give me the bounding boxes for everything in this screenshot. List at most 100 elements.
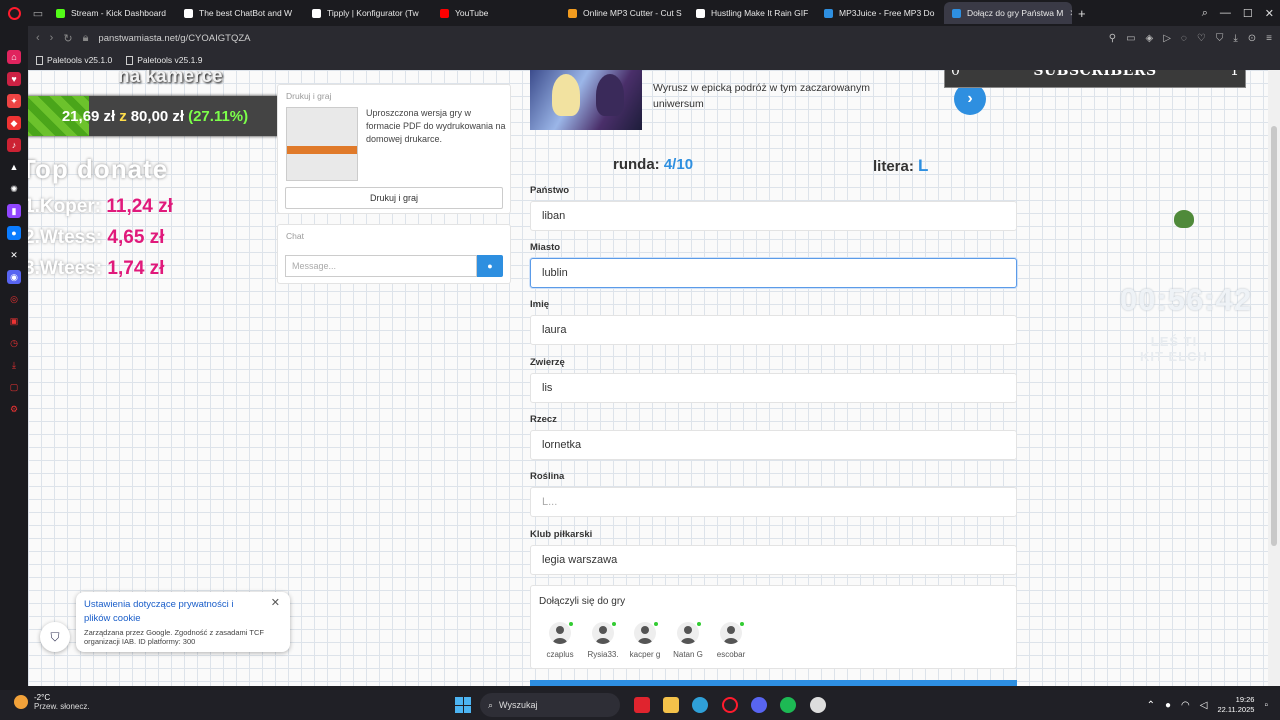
opera-logo-icon[interactable]	[0, 0, 28, 26]
box-icon[interactable]: ▢	[7, 380, 21, 394]
reload-icon[interactable]: ↻	[63, 32, 72, 45]
discord-icon[interactable]: ◉	[7, 270, 21, 284]
page-scrollbar[interactable]	[1268, 70, 1280, 686]
field-panstwo-input[interactable]: liban	[530, 201, 1017, 231]
browser-tab[interactable]: The best ChatBot and W	[176, 2, 304, 24]
notification-icon[interactable]: ▫	[1264, 700, 1268, 711]
new-tab-button[interactable]: +	[1072, 6, 1092, 21]
url-field[interactable]: panstwamiasta.net/g/CYOAIGTQZA	[98, 33, 250, 44]
pin-icon[interactable]: ⚲	[1109, 33, 1116, 44]
bookmark-icon[interactable]: ✦	[7, 94, 21, 108]
player-item[interactable]: kacper g	[625, 622, 665, 659]
banner-text[interactable]: Wyrusz w epicką podróż w tym zaczarowany…	[653, 80, 893, 112]
home-icon[interactable]: ⌂	[7, 50, 21, 64]
browser-tab[interactable]: Dołącz do gry Państwa M✕	[944, 2, 1072, 24]
x-icon[interactable]: ✕	[7, 248, 21, 262]
circle-icon[interactable]: ◎	[7, 292, 21, 306]
browser-tab[interactable]: Tipply | Konfigurator (Tw	[304, 2, 432, 24]
privacy-shield-icon[interactable]: ⛉	[40, 622, 70, 652]
tab-favicon-icon	[56, 8, 65, 18]
browser-tab[interactable]: Online MP3 Cutter - Cut S	[560, 2, 688, 24]
field-miasto-input[interactable]: lublin	[530, 258, 1017, 288]
microphone-icon[interactable]: ●	[1165, 700, 1171, 711]
forward-icon[interactable]: ›	[50, 32, 54, 44]
player-item[interactable]: escobar	[711, 622, 751, 659]
spotify-icon[interactable]	[780, 697, 796, 713]
maximize-icon[interactable]: ☐	[1243, 7, 1253, 20]
windows-start-icon[interactable]	[455, 697, 471, 713]
clock[interactable]: 19:26 22.11.2025	[1217, 695, 1254, 715]
camera-snapshot-icon[interactable]: ⊙	[1248, 33, 1256, 44]
banner-image[interactable]	[530, 70, 642, 130]
obs-icon[interactable]	[810, 697, 826, 713]
field-roslina-input[interactable]: L...	[530, 487, 1017, 517]
player-item[interactable]: Natan G	[668, 622, 708, 659]
heart-icon[interactable]: ♥	[7, 72, 21, 86]
back-icon[interactable]: ‹	[36, 32, 40, 44]
bookmark-item[interactable]: Paletools v25.1.0	[36, 55, 112, 65]
tab-favicon-icon	[312, 8, 321, 18]
weather-widget[interactable]: -2°C Przew. słonecz.	[14, 693, 90, 711]
vpn-icon[interactable]: ◌	[1181, 33, 1187, 44]
wallet-icon[interactable]: ▣	[7, 314, 21, 328]
field-label: Roślina	[530, 471, 565, 482]
chat-message-input[interactable]: Message...	[285, 255, 477, 277]
donor-row: 1.Koper: 11,24 zł	[28, 196, 173, 217]
profile-icon[interactable]: ⛉	[1216, 33, 1224, 44]
camera-icon[interactable]: ▭	[1126, 33, 1135, 44]
cookie-consent-popup[interactable]: Ustawienia dotyczące prywatności i plikó…	[76, 592, 290, 652]
print-and-play-button[interactable]: Drukuj i graj	[285, 187, 503, 209]
avatar	[720, 622, 742, 644]
wps-app-icon[interactable]	[634, 697, 650, 713]
messenger-blue-icon[interactable]: ●	[7, 226, 21, 240]
tab-label: Hustling Make It Rain GIF	[711, 8, 809, 18]
opera-gx-icon[interactable]	[722, 697, 738, 713]
discord-taskbar-icon[interactable]	[751, 697, 767, 713]
twitch-icon[interactable]: ▮	[7, 204, 21, 218]
download-icon[interactable]: ⤓	[7, 358, 21, 372]
close-icon[interactable]: ✕	[271, 596, 280, 609]
play-icon[interactable]: ▷	[1163, 33, 1171, 44]
browser-tab[interactable]: MP3Juice - Free MP3 Do	[816, 2, 944, 24]
taskbar-search[interactable]: ⌕ Wyszukaj	[480, 693, 620, 717]
donor-row: 3.Wtees: 1,74 zł	[28, 258, 165, 279]
bookmark-item[interactable]: Paletools v25.1.9	[126, 55, 202, 65]
field-zwierze-input[interactable]: lis	[530, 373, 1017, 403]
music-icon[interactable]: ♪	[7, 138, 21, 152]
player-item[interactable]: czaplus	[540, 622, 580, 659]
edge-icon[interactable]	[692, 697, 708, 713]
history-icon[interactable]: ◷	[7, 336, 21, 350]
player-item[interactable]: Rysia33.	[583, 622, 623, 659]
browser-tab[interactable]: Hustling Make It Rain GIF	[688, 2, 816, 24]
chat-bubble-icon[interactable]: ●	[477, 255, 503, 277]
tab-menu-icon[interactable]: ▭	[28, 0, 48, 26]
submit-button-edge[interactable]	[530, 680, 1017, 686]
wifi-icon[interactable]: ◠	[1181, 700, 1190, 711]
document-icon	[36, 55, 43, 65]
field-rzecz-input[interactable]: lornetka	[530, 430, 1017, 460]
search-tabs-icon[interactable]: ⌕	[1202, 7, 1208, 20]
browser-tab[interactable]: YouTube	[432, 2, 560, 24]
messenger-icon[interactable]: ◆	[7, 116, 21, 130]
donation-goal-bar: 21,69 zł z 80,00 zł (27.11%)	[28, 96, 300, 136]
chevron-up-icon[interactable]: ⌃	[1147, 700, 1155, 711]
donor-row: 2.Wtess: 4,65 zł	[28, 227, 165, 248]
close-window-icon[interactable]: ✕	[1265, 7, 1274, 20]
browser-tab[interactable]: Stream - Kick Dashboard	[48, 2, 176, 24]
online-status-dot	[612, 622, 616, 626]
minimize-icon[interactable]: —	[1220, 7, 1231, 19]
heart-outline-icon[interactable]: ♡	[1197, 33, 1206, 44]
avatar	[634, 622, 656, 644]
menu-icon[interactable]: ≡	[1266, 33, 1272, 44]
ai-icon[interactable]: ▲	[7, 160, 21, 174]
letter-indicator: litera: L	[873, 156, 929, 175]
shield-icon[interactable]: ◈	[1146, 33, 1154, 44]
field-klub-input[interactable]: legia warszawa	[530, 545, 1017, 575]
field-imie-input[interactable]: laura	[530, 315, 1017, 345]
chatgpt-icon[interactable]: ✺	[7, 182, 21, 196]
settings-icon[interactable]: ⚙	[7, 402, 21, 416]
download-toolbar-icon[interactable]: ⤓	[1233, 33, 1237, 44]
browser-sidebar: ⌂ ♥ ✦ ◆ ♪ ▲ ✺ ▮ ● ✕ ◉ ◎ ▣ ◷ ⤓ ▢ ⚙	[0, 26, 28, 690]
file-explorer-icon[interactable]	[663, 697, 679, 713]
volume-icon[interactable]: ◁	[1200, 700, 1208, 711]
